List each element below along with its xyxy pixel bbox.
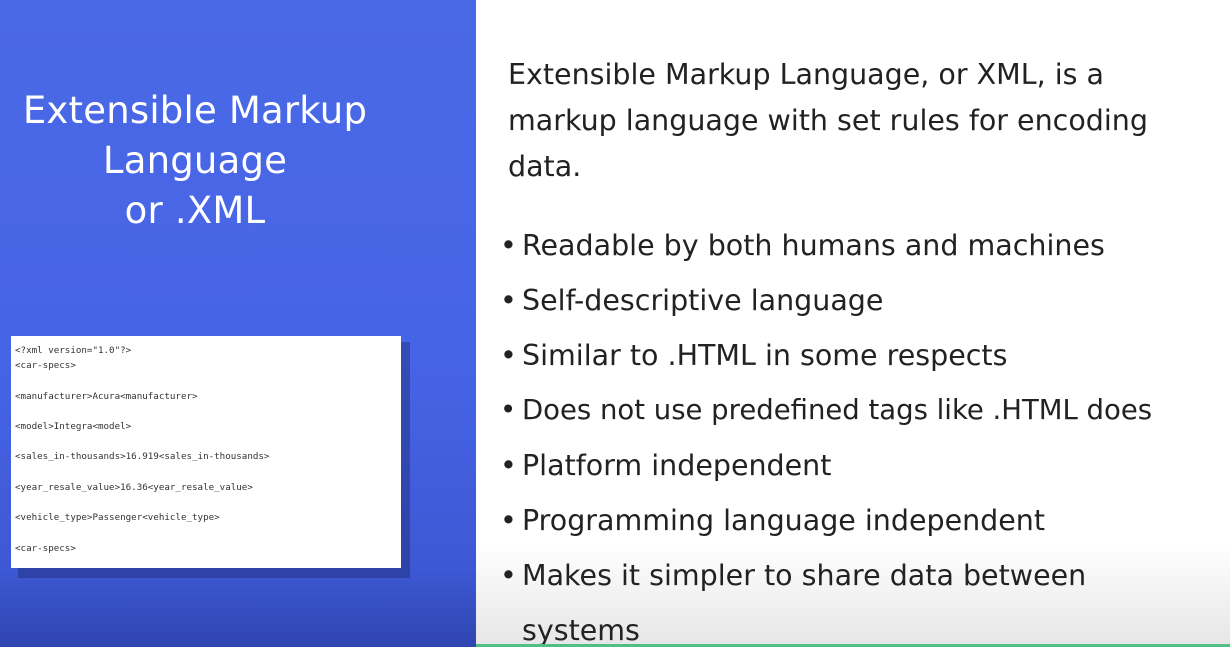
code-line: <year_resale_value>16.36<year_resale_val… <box>15 481 253 493</box>
bullet-item: • Programming language independent <box>500 493 1230 548</box>
bullet-item: • Readable by both humans and machines <box>500 218 1230 273</box>
right-panel: Extensible Markup Language, or XML, is a… <box>476 0 1230 647</box>
code-line: <car-specs> <box>15 360 76 372</box>
title-line: Language <box>102 139 288 182</box>
title-line: or .XML <box>124 189 266 232</box>
title-line: Extensible Markup <box>22 89 368 132</box>
bullet-text: Similar to .HTML in some respects <box>522 339 1008 372</box>
intro-paragraph: Extensible Markup Language, or XML, is a… <box>508 58 1148 183</box>
bullet-list: • Readable by both humans and machines •… <box>500 218 1230 647</box>
code-line: <manufacturer>Acura<manufacturer> <box>15 390 198 402</box>
bullet-dot-icon: • <box>500 229 517 262</box>
slide: Extensible Markup Language or .XML <?xml… <box>0 0 1230 647</box>
code-line: <sales_in-thousands>16.919<sales_in-thou… <box>15 451 270 463</box>
code-line: <car-specs> <box>15 542 76 554</box>
slide-title: Extensible Markup Language or .XML <box>0 86 390 236</box>
bullet-item: • Does not use predefined tags like .HTM… <box>500 383 1230 438</box>
bullet-dot-icon: • <box>500 449 517 482</box>
left-panel: Extensible Markup Language or .XML <?xml… <box>0 0 476 647</box>
bullet-text: Makes it simpler to share data between s… <box>522 559 1087 647</box>
bullet-text: Programming language independent <box>522 504 1046 537</box>
bullet-dot-icon: • <box>500 504 517 537</box>
bullet-dot-icon: • <box>500 559 517 592</box>
code-line: <model>Integra<model> <box>15 420 132 432</box>
bullet-item: • Similar to .HTML in some respects <box>500 328 1230 383</box>
bullet-dot-icon: • <box>500 339 517 372</box>
bullet-item: • Makes it simpler to share data between… <box>500 548 1162 647</box>
bullet-dot-icon: • <box>500 394 517 426</box>
bullet-text: Platform independent <box>522 449 832 482</box>
bullet-dot-icon: • <box>500 284 517 317</box>
code-line: <?xml version="1.0"?> <box>15 345 132 356</box>
xml-code-sample: <?xml version="1.0"?> <car-specs> <manuf… <box>11 336 401 568</box>
bullet-item: • Platform independent <box>500 438 1230 493</box>
code-line: <vehicle_type>Passenger<vehicle_type> <box>15 512 220 524</box>
bullet-text: Does not use predefined tags like .HTML … <box>522 394 1153 426</box>
bullet-text: Readable by both humans and machines <box>522 229 1105 262</box>
bullet-item: • Self-descriptive language <box>500 273 1230 328</box>
bullet-text: Self-descriptive language <box>522 284 884 317</box>
